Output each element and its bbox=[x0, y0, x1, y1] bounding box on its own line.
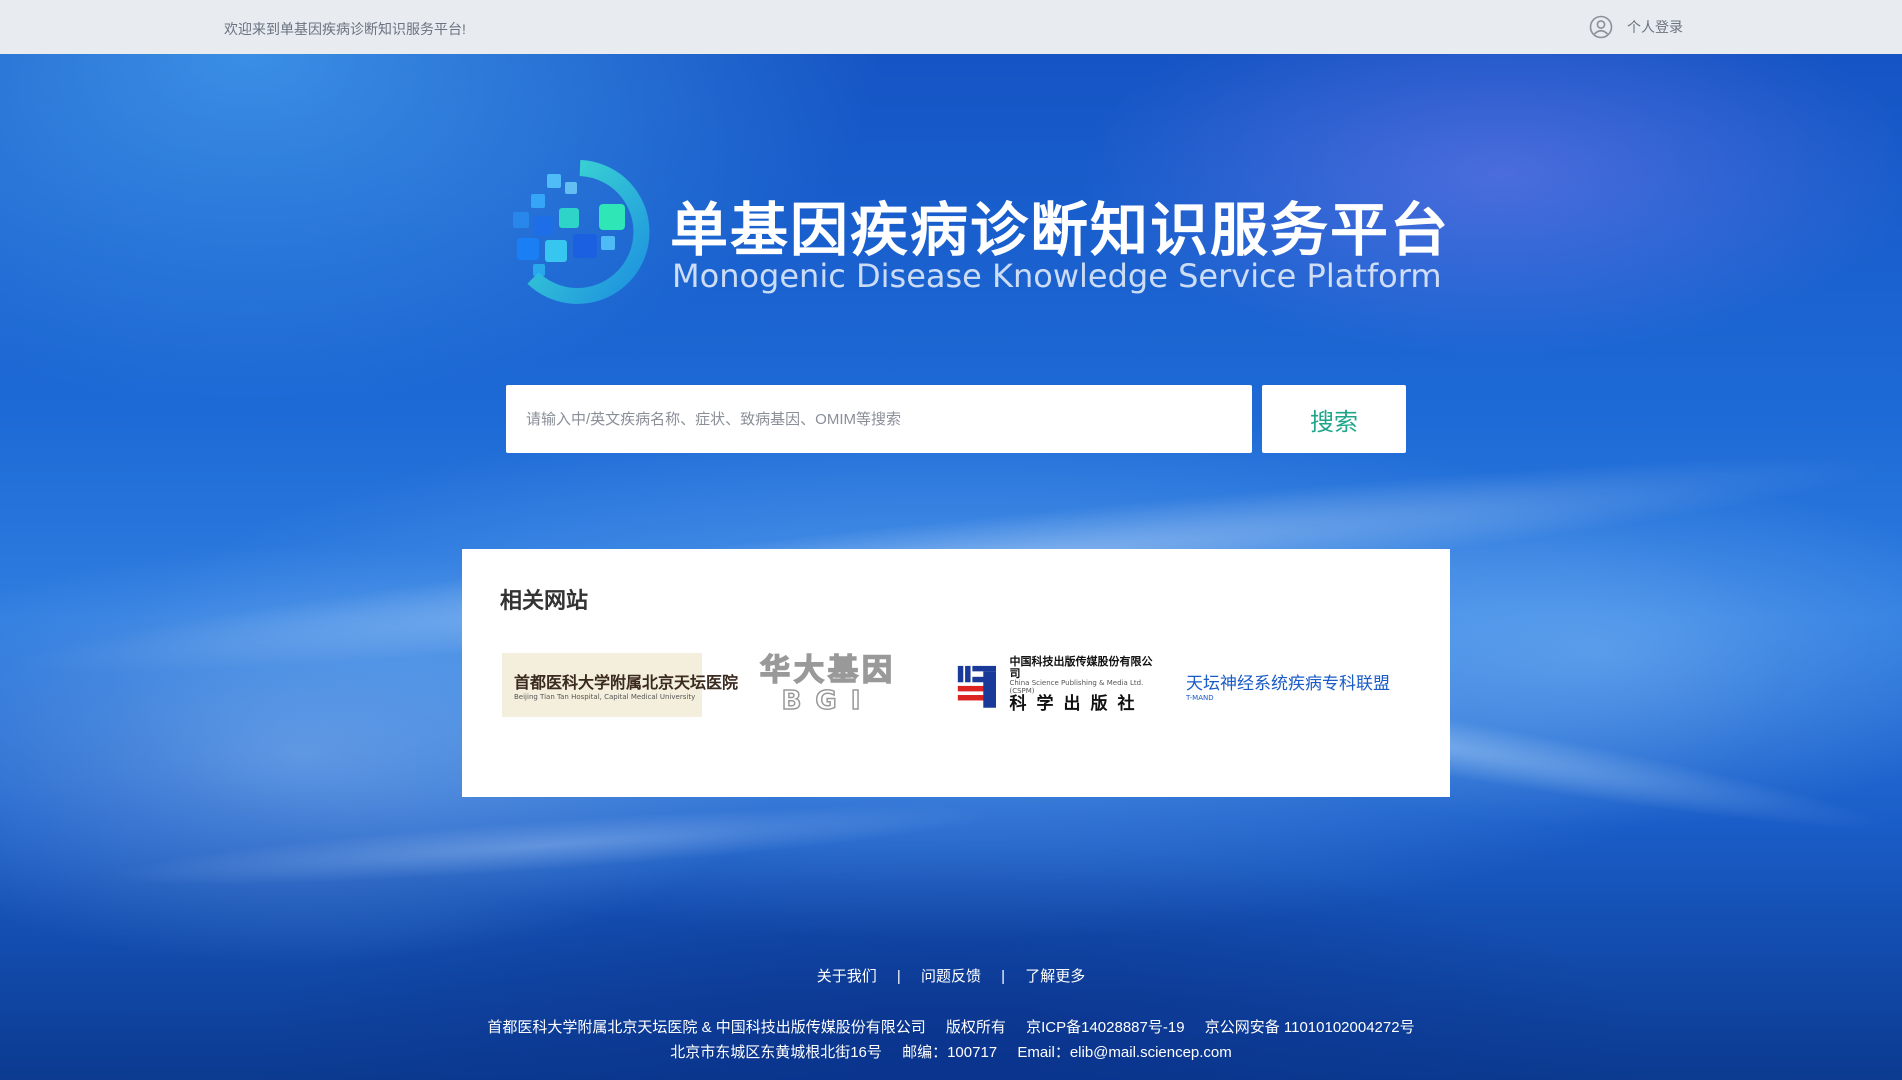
related-sites-title: 相关网站 bbox=[500, 589, 589, 614]
footer-separator: | bbox=[896, 968, 901, 985]
page-subtitle: Monogenic Disease Knowledge Service Plat… bbox=[672, 257, 1442, 295]
related-sites-panel: 相关网站 首都医科大学附属北京天坛医院 Beijing Tian Tan Hos… bbox=[462, 549, 1450, 797]
tiantan-hospital-sub: Beijing Tian Tan Hospital, Capital Medic… bbox=[514, 693, 696, 701]
top-bar: 欢迎来到单基因疾病诊断知识服务平台! 个人登录 bbox=[0, 0, 1902, 54]
bgi-link[interactable]: 华大基因 BGI bbox=[738, 653, 918, 717]
footer-email: Email：elib@mail.sciencep.com bbox=[1017, 1044, 1232, 1061]
gene-pixel-logo bbox=[513, 160, 650, 304]
tmand-sub: T-MAND bbox=[1186, 693, 1214, 702]
footer-address-line: 北京市东城区东黄城根北街16号 邮编：100717 Email：elib@mai… bbox=[0, 1041, 1902, 1062]
tiantan-hospital-link[interactable]: 首都医科大学附属北京天坛医院 Beijing Tian Tan Hospital… bbox=[502, 653, 738, 717]
footer-nav: 关于我们 | 问题反馈 | 了解更多 bbox=[0, 965, 1902, 986]
welcome-text: 欢迎来到单基因疾病诊断知识服务平台! bbox=[224, 21, 466, 37]
footer-link-about[interactable]: 关于我们 bbox=[817, 968, 877, 985]
bgi-sub: BGI bbox=[781, 686, 875, 716]
bgi-name: 华大基因 bbox=[759, 653, 896, 688]
cspm-name: 中国科技出版传媒股份有限公司 bbox=[1009, 654, 1153, 680]
cspm-logo-icon bbox=[957, 665, 997, 708]
page-title: 单基因疾病诊断知识服务平台 bbox=[670, 196, 1451, 264]
login-button[interactable]: 个人登录 bbox=[1589, 14, 1683, 40]
login-label: 个人登录 bbox=[1627, 19, 1683, 35]
footer-police: 京公网安备 11010102004272号 bbox=[1204, 1019, 1415, 1036]
footer-link-feedback[interactable]: 问题反馈 bbox=[921, 968, 981, 985]
footer-separator: | bbox=[1001, 968, 1006, 985]
footer-link-more[interactable]: 了解更多 bbox=[1025, 968, 1085, 985]
footer-copyright-line: 首都医科大学附属北京天坛医院 & 中国科技出版传媒股份有限公司 版权所有 京IC… bbox=[0, 1016, 1902, 1037]
tmand-name: 天坛神经系统疾病专科联盟 bbox=[1186, 673, 1390, 694]
tmand-link[interactable]: 天坛神经系统疾病专科联盟 T-MAND bbox=[1180, 653, 1390, 717]
cspm-extra: 科学出版社 bbox=[1009, 694, 1145, 715]
footer-rights: 版权所有 bbox=[945, 1019, 1006, 1036]
tiantan-hospital-name: 首都医科大学附属北京天坛医院 bbox=[514, 673, 739, 692]
cspm-link[interactable]: 中国科技出版传媒股份有限公司 China Science Publishing … bbox=[956, 653, 1156, 717]
footer-icp: 京ICP备14028887号-19 bbox=[1026, 1019, 1185, 1036]
footer-postcode: 邮编：100717 bbox=[902, 1044, 998, 1061]
search-input[interactable] bbox=[506, 385, 1252, 453]
search-button[interactable]: 搜索 bbox=[1262, 385, 1406, 453]
user-circle-icon bbox=[1589, 15, 1613, 39]
footer-copyright: 首都医科大学附属北京天坛医院 & 中国科技出版传媒股份有限公司 bbox=[487, 1019, 926, 1036]
footer-address: 北京市东城区东黄城根北街16号 bbox=[670, 1044, 882, 1061]
